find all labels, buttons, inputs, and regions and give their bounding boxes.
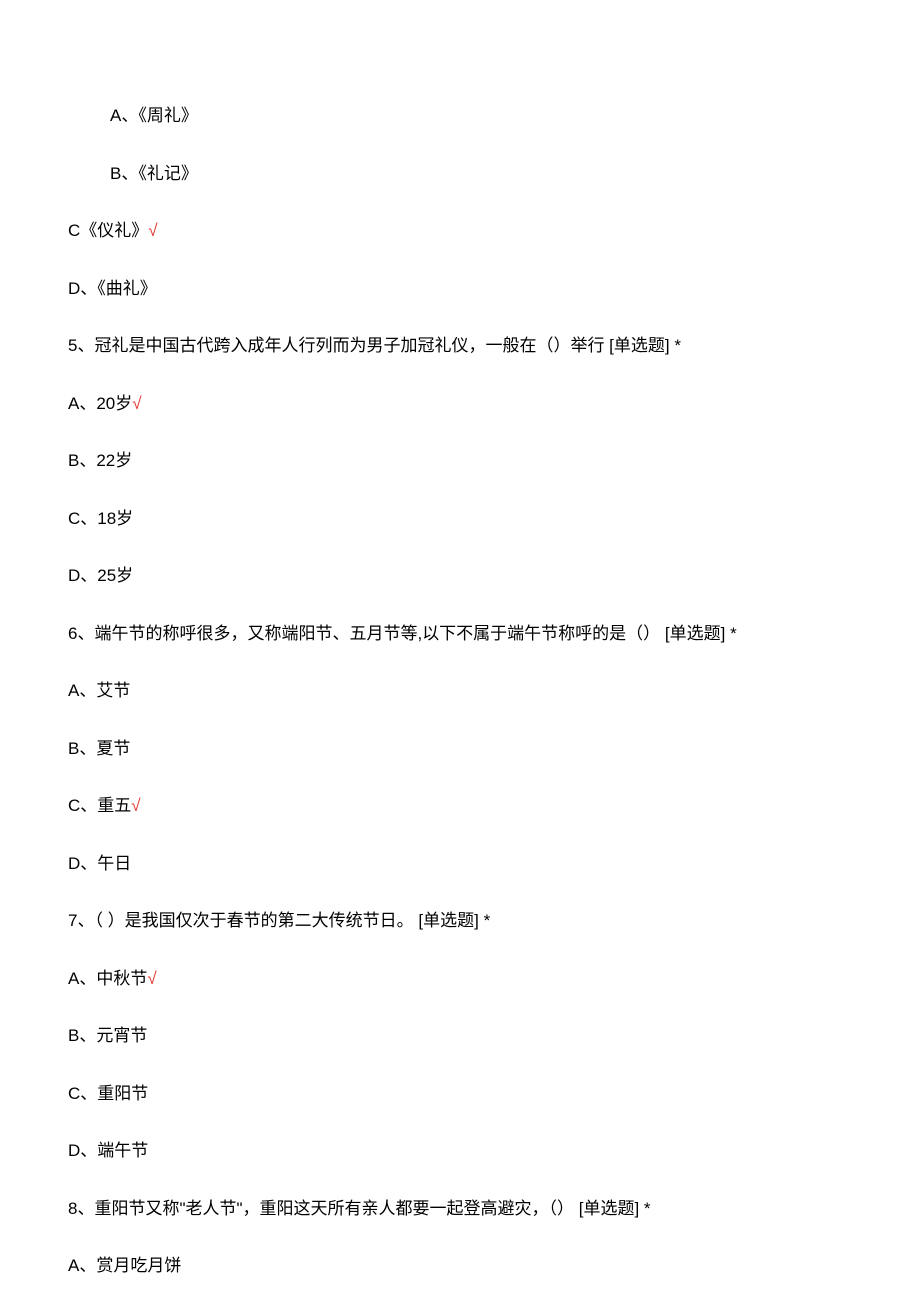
option-text-correct: A、中秋节√ [68,970,860,987]
option-text: D、《曲礼》 [68,280,860,297]
option-text: D、25岁 [68,567,860,584]
option-text: D、午日 [68,855,860,872]
option-text-correct: C、重五√ [68,797,860,814]
correct-mark-icon: √ [148,221,157,240]
question-text: 6、端午节的称呼很多，又称端阳节、五月节等,以下不属于端午节称呼的是（） [单选… [68,625,860,642]
option-label: A、中秋节 [68,969,147,988]
correct-mark-icon: √ [131,796,140,815]
option-text-correct: C《仪礼》√ [68,222,860,239]
question-text: 7、（ ）是我国仅次于春节的第二大传统节日。 [单选题] * [68,912,860,929]
option-text: C、重阳节 [68,1085,860,1102]
correct-mark-icon: √ [147,969,156,988]
option-label: C《仪礼》 [68,221,148,240]
option-text: D、端午节 [68,1142,860,1159]
option-text: A、《周礼》 [68,107,860,124]
option-text: A、赏月吃月饼 [68,1257,860,1274]
option-text: C、18岁 [68,510,860,527]
question-text: 8、重阳节又称"老人节"，重阳这天所有亲人都要一起登高避灾，（） [单选题] * [68,1200,860,1217]
option-text: B、《礼记》 [68,165,860,182]
option-label: A、20岁 [68,394,132,413]
option-label: C、重五 [68,796,131,815]
correct-mark-icon: √ [132,394,141,413]
option-text: B、夏节 [68,740,860,757]
document-content: A、《周礼》 B、《礼记》 C《仪礼》√ D、《曲礼》 5、冠礼是中国古代跨入成… [0,0,920,1274]
question-text: 5、冠礼是中国古代跨入成年人行列而为男子加冠礼仪，一般在（）举行 [单选题] * [68,337,860,354]
option-text: A、艾节 [68,682,860,699]
option-text: B、22岁 [68,452,860,469]
option-text-correct: A、20岁√ [68,395,860,412]
option-text: B、元宵节 [68,1027,860,1044]
